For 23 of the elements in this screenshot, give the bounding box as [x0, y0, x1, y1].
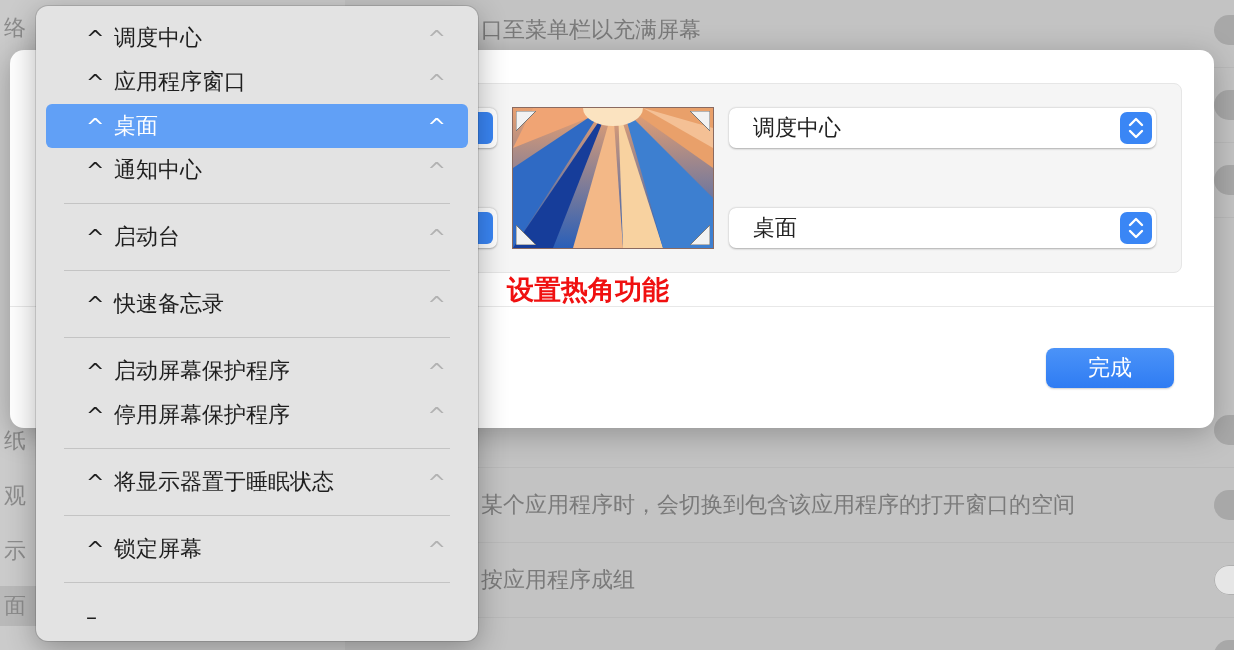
- done-button[interactable]: 完成: [1046, 348, 1174, 388]
- setting-label: 口至菜单栏以充满屏幕: [481, 16, 702, 44]
- setting-label: 某个应用程序时，会切换到包含该应用程序的打开窗口的空间: [481, 491, 1076, 519]
- corner-icon: [516, 111, 536, 131]
- corner-icon: [690, 225, 710, 245]
- annotation-text: 设置热角功能: [507, 272, 669, 307]
- stepper-icon: [1120, 212, 1152, 244]
- popup-button[interactable]: 调度中心: [729, 108, 1156, 148]
- stepper-icon: [1120, 112, 1152, 144]
- menu-item[interactable]: ^ 快速备忘录 ^: [46, 282, 468, 326]
- popup-button[interactable]: 桌面: [729, 208, 1156, 248]
- menu-item[interactable]: ^ 启动台 ^: [46, 215, 468, 259]
- corner-icon: [516, 225, 536, 245]
- menu-item[interactable]: ^ 启动屏幕保护程序 ^: [46, 349, 468, 393]
- menu-item[interactable]: ^ 调度中心 ^: [46, 16, 468, 60]
- menu-item[interactable]: –: [46, 594, 468, 638]
- menu-item[interactable]: ^ 锁定屏幕 ^: [46, 527, 468, 571]
- menu-item[interactable]: ^ 通知中心 ^: [46, 148, 468, 192]
- setting-label: 按应用程序成组: [481, 566, 636, 594]
- menu-item[interactable]: ^ 应用程序窗口 ^: [46, 60, 468, 104]
- menu-item[interactable]: ^ 停用屏幕保护程序 ^: [46, 393, 468, 437]
- corner-icon: [690, 111, 710, 131]
- menu-item[interactable]: ^ 将显示器置于睡眠状态 ^: [46, 460, 468, 504]
